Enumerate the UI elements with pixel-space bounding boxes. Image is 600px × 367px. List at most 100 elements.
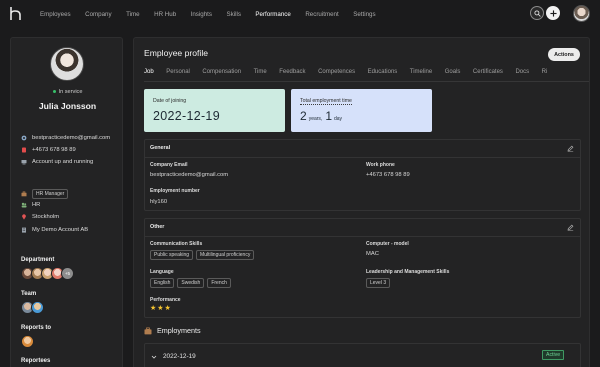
nav-performance[interactable]: Performance: [255, 11, 290, 18]
employment-time-label: Total employment time: [300, 98, 352, 105]
computer-model-label: Computer - model: [366, 241, 409, 247]
people-icon: [21, 202, 27, 208]
general-title: General: [150, 145, 171, 151]
nav-hr-hub[interactable]: HR Hub: [154, 11, 176, 18]
skill-chip: Public speaking: [150, 250, 194, 260]
employments-title: Employments: [157, 326, 201, 335]
employee-name: Julia Jonsson: [38, 101, 97, 111]
team-title: Team: [21, 291, 37, 297]
location-value: Stockholm: [32, 214, 60, 220]
tab-time[interactable]: Time: [254, 68, 267, 81]
plus-icon: [549, 9, 557, 17]
actions-button[interactable]: Actions: [548, 48, 580, 61]
company-row: My Demo Account AB: [21, 227, 88, 233]
tab-docs[interactable]: Docs: [515, 68, 529, 81]
tab-compensation[interactable]: Compensation: [202, 68, 241, 81]
phone-icon: [22, 147, 26, 153]
employment-time-value: 2 years, 1 day: [300, 109, 345, 123]
nav-insights[interactable]: Insights: [191, 11, 212, 18]
tab-certificates[interactable]: Certificates: [473, 68, 503, 81]
phone-value: +4673 678 98 89: [32, 147, 76, 153]
reports-to-title: Reports to: [21, 325, 51, 331]
nav-company[interactable]: Company: [85, 11, 111, 18]
nav-recruitment[interactable]: Recruitment: [305, 11, 338, 18]
language-chip: English: [150, 278, 175, 288]
other-section: Other Communication Skills Public speaki…: [144, 218, 581, 318]
tab-goals[interactable]: Goals: [445, 68, 461, 81]
email-row[interactable]: bestpracticedemo@gmail.com: [21, 135, 110, 141]
level-chip: Level 3: [366, 278, 391, 288]
briefcase-icon: [144, 326, 152, 334]
nav-employees[interactable]: Employees: [40, 11, 71, 18]
manager-avatar[interactable]: [21, 335, 34, 348]
nav-time[interactable]: Time: [126, 11, 140, 18]
main-nav: Employees Company Time HR Hub Insights S…: [40, 0, 390, 28]
communication-skills-chips: Public speaking Multilingual proficiency: [150, 250, 257, 260]
language-chips: English Swedish French: [150, 278, 234, 288]
department-avatars[interactable]: +5: [21, 267, 74, 280]
performance-stars: ★★★: [150, 305, 172, 312]
tab-timeline[interactable]: Timeline: [410, 68, 432, 81]
user-avatar[interactable]: [573, 5, 590, 22]
tab-educations[interactable]: Educations: [368, 68, 398, 81]
status-dot-icon: [52, 90, 56, 94]
department-more-count[interactable]: +5: [61, 267, 74, 280]
tab-competences[interactable]: Competences: [318, 68, 355, 81]
employment-number-label: Employment number: [150, 188, 200, 194]
app-logo-icon[interactable]: [9, 6, 23, 21]
at-icon: [21, 135, 27, 141]
company-email-value: bestpracticedemo@gmail.com: [150, 172, 229, 178]
communication-skills-label: Communication Skills: [150, 241, 203, 247]
building-icon: [22, 227, 26, 233]
leadership-chips: Level 3: [366, 278, 393, 288]
tab-feedback[interactable]: Feedback: [279, 68, 305, 81]
search-button[interactable]: [530, 6, 544, 20]
chevron-down-icon[interactable]: [151, 354, 157, 360]
edit-icon[interactable]: [567, 224, 574, 231]
edit-icon[interactable]: [567, 145, 574, 152]
department-value: HR: [32, 202, 41, 208]
email-value: bestpracticedemo@gmail.com: [32, 135, 111, 141]
years-unit: years,: [308, 116, 323, 122]
reportees-title: Reportees: [21, 358, 51, 364]
page-title: Employee profile: [144, 48, 209, 58]
employment-row[interactable]: 2022-12-19 Active: [144, 343, 581, 367]
team-member-avatar[interactable]: [31, 301, 44, 314]
section-divider: [145, 157, 580, 158]
employments-header: Employments: [144, 326, 201, 335]
department-row: HR: [21, 202, 40, 208]
date-of-joining-tile: Date of joining 2022-12-19: [144, 89, 285, 132]
employment-date-value: 2022-12-19: [163, 353, 196, 360]
account-row: Account up and running: [21, 159, 93, 165]
company-email-label: Company Email: [150, 162, 188, 168]
search-icon: [533, 9, 541, 17]
nav-skills[interactable]: Skills: [226, 11, 240, 18]
joining-value: 2022-12-19: [153, 109, 220, 123]
employment-status: In service: [11, 89, 124, 95]
pin-icon: [22, 214, 26, 220]
employment-time-tile: Total employment time 2 years, 1 day: [291, 89, 432, 132]
account-status: Account up and running: [32, 159, 94, 165]
status-label: In service: [58, 89, 83, 95]
tab-job[interactable]: Job: [144, 68, 154, 81]
employment-date[interactable]: 2022-12-19: [151, 353, 196, 360]
tab-ri-truncated[interactable]: Ri: [542, 68, 548, 81]
years-value: 2: [300, 109, 307, 123]
phone-row[interactable]: +4673 678 98 89: [21, 147, 76, 153]
computer-icon: [21, 160, 27, 165]
team-avatars[interactable]: [21, 301, 44, 314]
days-value: 1: [325, 109, 332, 123]
employment-number-value: hly160: [150, 199, 168, 205]
add-button[interactable]: [546, 6, 560, 20]
reports-to-avatars[interactable]: [21, 335, 34, 348]
status-badge: Active: [542, 350, 565, 360]
employee-profile-panel: Employee profile Actions Job Personal Co…: [133, 37, 590, 367]
performance-label: Performance: [150, 297, 181, 303]
other-title: Other: [150, 224, 165, 230]
location-row: Stockholm: [21, 214, 59, 220]
language-label: Language: [150, 269, 174, 275]
nav-settings[interactable]: Settings: [353, 11, 375, 18]
role-chip: HR Manager: [32, 189, 69, 199]
language-chip: Swedish: [177, 278, 205, 288]
tab-personal[interactable]: Personal: [166, 68, 190, 81]
